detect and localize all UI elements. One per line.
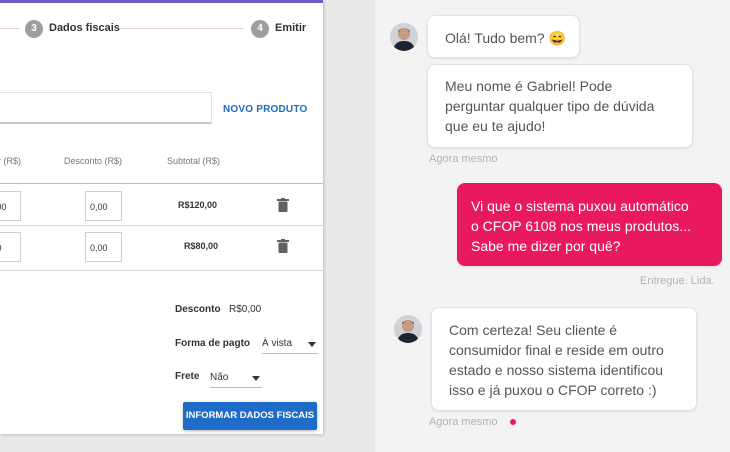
message-line: Meu nome é Gabriel! Pode — [445, 78, 613, 94]
chat-message-agent: Meu nome é Gabriel! Pode perguntar qualq… — [427, 64, 693, 148]
discount-total: R$0,00 — [229, 304, 262, 315]
step-3-label[interactable]: Dados fiscais — [49, 22, 120, 34]
message-text: Olá! Tudo bem? 😄 — [445, 30, 566, 46]
message-line: Sabe me dizer por quê? — [471, 238, 621, 254]
payment-select[interactable]: À vista — [262, 334, 318, 354]
new-product-button[interactable]: NOVO PRODUTO — [223, 104, 307, 115]
stepper-connector — [0, 28, 20, 29]
column-header-price: r (R$) — [0, 156, 21, 166]
table-divider — [0, 225, 323, 226]
invoice-form-panel: 3 Dados fiscais 4 Emitir NOVO PRODUTO r … — [0, 0, 323, 434]
price-input[interactable]: 0,00 — [0, 191, 21, 221]
step-4-circle[interactable]: 4 — [251, 20, 269, 38]
discount-input[interactable]: 0,00 — [85, 232, 122, 262]
avatar — [390, 23, 418, 51]
message-line: Vi que o sistema puxou automático — [471, 198, 689, 214]
subtotal-value: R$120,00 — [178, 200, 218, 210]
trash-icon[interactable] — [277, 239, 289, 253]
chat-message-agent: Com certeza! Seu cliente é consumidor fi… — [431, 307, 697, 411]
message-timestamp: Agora mesmo — [429, 153, 498, 165]
message-line: o CFOP 6108 nos meus produtos... — [471, 218, 691, 234]
message-line: isso e já puxou o CFOP correto :) — [449, 382, 657, 398]
column-header-discount: Desconto (R$) — [64, 156, 123, 166]
product-search-input[interactable] — [0, 92, 212, 124]
chevron-down-icon — [308, 342, 316, 347]
discount-input[interactable]: 0,00 — [85, 191, 122, 221]
payment-label: Forma de pagto — [175, 338, 251, 349]
chevron-down-icon — [252, 376, 260, 381]
message-line: que eu te ajudo! — [445, 118, 546, 134]
stepper-connector — [120, 28, 244, 29]
table-divider — [0, 270, 323, 271]
chat-panel: Olá! Tudo bem? 😄 Meu nome é Gabriel! Pod… — [375, 0, 730, 452]
freight-select-value: Não — [210, 372, 229, 383]
chat-message-agent: Olá! Tudo bem? 😄 — [427, 15, 580, 58]
delivery-status: Entregue. Lida. — [640, 275, 715, 287]
message-timestamp: Agora mesmo — [429, 416, 498, 428]
price-input[interactable]: ,00 — [0, 232, 21, 262]
chat-message-user: Vi que o sistema puxou automático o CFOP… — [457, 183, 722, 266]
unread-dot — [510, 419, 516, 425]
avatar — [394, 315, 422, 343]
trash-icon[interactable] — [277, 198, 289, 212]
message-line: estado e nosso sistema identificou — [449, 362, 664, 378]
step-3-circle[interactable]: 3 — [25, 20, 43, 38]
table-divider — [0, 183, 323, 184]
freight-select[interactable]: Não — [210, 368, 262, 388]
message-line: consumidor final e reside em outro — [449, 342, 664, 358]
subtotal-value: R$80,00 — [184, 241, 219, 251]
message-line: Com certeza! Seu cliente é — [449, 322, 618, 338]
submit-fiscal-data-button[interactable]: INFORMAR DADOS FISCAIS — [183, 402, 317, 430]
step-4-label[interactable]: Emitir — [275, 22, 306, 34]
agent-avatar-image — [394, 315, 422, 343]
agent-avatar-image — [390, 23, 418, 51]
message-line: perguntar qualquer tipo de dúvida — [445, 98, 655, 114]
freight-label: Frete — [175, 371, 200, 382]
column-header-subtotal: Subtotal (R$) — [167, 156, 221, 166]
discount-label: Desconto — [175, 304, 221, 315]
payment-select-value: À vista — [262, 338, 293, 349]
top-accent-bar — [0, 0, 323, 3]
